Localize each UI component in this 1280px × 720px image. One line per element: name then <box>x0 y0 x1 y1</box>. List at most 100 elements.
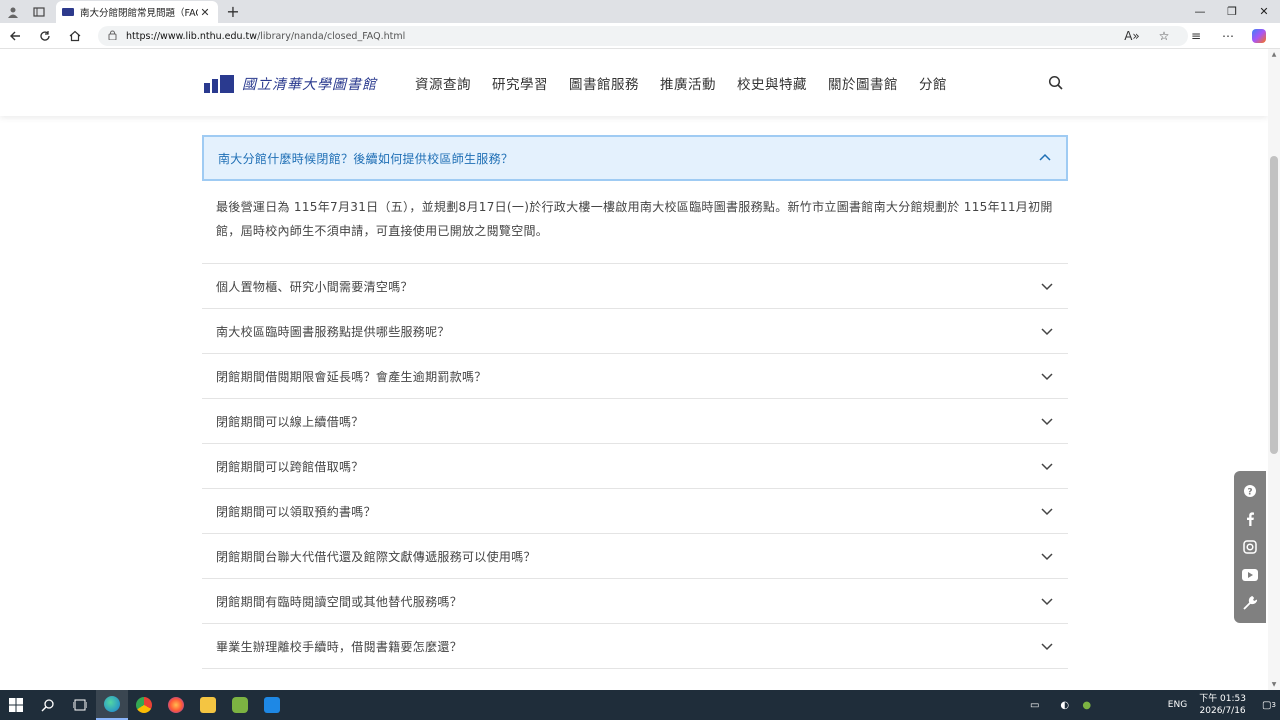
profile-icon[interactable] <box>0 0 26 23</box>
new-tab-button[interactable]: + <box>224 2 242 21</box>
active-tab[interactable]: 南大分館閉館常見問題（FAQ）| ✕ <box>56 1 218 23</box>
more-menu-icon[interactable]: ⋯ <box>1212 26 1244 46</box>
help-icon[interactable]: ? <box>1242 483 1258 499</box>
faq-item[interactable]: 南大校區臨時圖書服務點提供哪些服務呢？ <box>202 309 1068 354</box>
chrome-icon[interactable] <box>128 690 160 720</box>
back-button[interactable] <box>0 23 30 49</box>
clock-time: 下午 01:53 <box>1199 694 1246 704</box>
logo-mark-icon <box>204 75 236 93</box>
favorites-icon[interactable]: ≡ <box>1180 26 1212 46</box>
task-view-icon[interactable] <box>64 690 96 720</box>
faq-item[interactable]: 閉館期間台聯大代借代還及館際文獻傳遞服務可以使用嗎？ <box>202 534 1068 579</box>
faq-item[interactable]: 閉館期間可以跨館借取嗎？ <box>202 444 1068 489</box>
system-tray: ▭ ◐ ● ENG 下午 01:53 2026/7/16 ▢ 3 <box>1024 690 1280 720</box>
minimize-button[interactable]: — <box>1184 0 1216 23</box>
svg-text:?: ? <box>1247 488 1252 498</box>
clock-date: 2026/7/16 <box>1199 706 1246 716</box>
display-icon[interactable]: ▭ <box>1024 690 1046 720</box>
faq-question: 閉館期間有臨時閱讀空間或其他替代服務嗎？ <box>216 594 463 609</box>
file-explorer-icon[interactable] <box>192 690 224 720</box>
browser-tab-bar: 南大分館閉館常見問題（FAQ）| ✕ + — ❐ ✕ <box>0 0 1280 23</box>
logo-text: 國立清華大學圖書館 <box>242 77 377 93</box>
search-icon[interactable] <box>1048 75 1064 91</box>
copilot-icon[interactable] <box>1252 29 1266 43</box>
faq-item[interactable]: 閉館期間借閱期限會延長嗎？會產生逾期罰款嗎？ <box>202 354 1068 399</box>
chevron-down-icon <box>1041 643 1053 651</box>
chevron-down-icon <box>1041 283 1053 291</box>
url-host: https://www.lib.nthu.edu.tw <box>126 30 258 42</box>
home-button[interactable] <box>60 23 90 49</box>
chevron-down-icon <box>1041 553 1053 561</box>
clock[interactable]: 下午 01:53 2026/7/16 <box>1199 693 1246 717</box>
faq-question: 閉館期間台聯大代借代還及館際文獻傳遞服務可以使用嗎？ <box>216 549 536 564</box>
media-player-icon[interactable] <box>256 690 288 720</box>
nav-resources[interactable]: 資源查詢 <box>415 73 471 93</box>
chevron-down-icon <box>1041 508 1053 516</box>
faq-item[interactable]: 畢業生辦理離校手續時，借閱書籍要怎麼還？ <box>202 624 1068 669</box>
social-sidebar: ? <box>1234 471 1266 623</box>
instagram-icon[interactable] <box>1242 539 1258 555</box>
faq-item[interactable]: 閉館期間可以領取預約書嗎？ <box>202 489 1068 534</box>
tab-actions-icon[interactable] <box>26 0 52 23</box>
faq-question: 閉館期間借閱期限會延長嗎？會產生逾期罰款嗎？ <box>216 369 487 384</box>
chevron-down-icon <box>1041 328 1053 336</box>
faq-question: 南大校區臨時圖書服務點提供哪些服務呢？ <box>216 324 450 339</box>
page-content: 國立清華大學圖書館 資源查詢 研究學習 圖書館服務 推廣活動 校史與特藏 關於圖… <box>0 49 1268 690</box>
wrench-icon[interactable] <box>1242 595 1258 611</box>
library-logo[interactable]: 國立清華大學圖書館 <box>204 74 377 94</box>
faq-answer: 最後營運日為 115年7月31日（五），並規劃8月17日(一)於行政大樓一樓啟用… <box>202 181 1068 264</box>
edge-browser-icon[interactable] <box>96 690 128 720</box>
faq-question: 閉館期間可以領取預約書嗎？ <box>216 504 376 519</box>
url-field[interactable]: https://www.lib.nthu.edu.tw /library/nan… <box>98 26 1188 46</box>
faq-question: 閉館期間可以跨館借取嗎？ <box>216 459 364 474</box>
facebook-icon[interactable] <box>1242 511 1258 527</box>
notification-icon[interactable]: ▢ 3 <box>1258 690 1280 720</box>
favorite-star-icon[interactable]: ☆ <box>1148 26 1180 46</box>
scrollbar-thumb[interactable] <box>1270 156 1278 454</box>
tray-status-icon[interactable]: ● <box>1076 690 1098 720</box>
chevron-down-icon <box>1041 418 1053 426</box>
nav-events[interactable]: 推廣活動 <box>660 73 716 93</box>
tray-app-icon[interactable]: ◐ <box>1054 690 1076 720</box>
android-app-icon[interactable] <box>224 690 256 720</box>
faq-item-expanded[interactable]: 南大分館什麼時候閉館？後續如何提供校區師生服務？ <box>202 135 1068 181</box>
notification-count: 3 <box>1271 701 1276 709</box>
nav-branches[interactable]: 分館 <box>919 73 947 93</box>
faq-item[interactable]: 閉館期間可以線上續借嗎？ <box>202 399 1068 444</box>
maximize-button[interactable]: ❐ <box>1216 0 1248 23</box>
read-aloud-icon[interactable]: A» <box>1116 26 1148 46</box>
close-window-button[interactable]: ✕ <box>1248 0 1280 23</box>
language-indicator[interactable]: ENG <box>1168 700 1187 710</box>
faq-question: 畢業生辦理離校手續時，借閱書籍要怎麼還？ <box>216 639 463 654</box>
tab-close-icon[interactable]: ✕ <box>198 6 212 19</box>
start-button[interactable] <box>0 690 32 720</box>
scroll-up-icon[interactable]: ▲ <box>1270 51 1278 58</box>
site-header: 國立清華大學圖書館 資源查詢 研究學習 圖書館服務 推廣活動 校史與特藏 關於圖… <box>0 49 1268 116</box>
youtube-icon[interactable] <box>1242 567 1258 583</box>
nav-services[interactable]: 圖書館服務 <box>569 73 639 93</box>
scroll-down-icon[interactable]: ▼ <box>1270 681 1278 688</box>
search-taskbar-icon[interactable] <box>32 690 64 720</box>
firefox-icon[interactable] <box>160 690 192 720</box>
faq-question: 閉館期間可以線上續借嗎？ <box>216 414 364 429</box>
nav-history[interactable]: 校史與特藏 <box>737 73 807 93</box>
window-controls: — ❐ ✕ <box>1184 0 1280 23</box>
tab-title: 南大分館閉館常見問題（FAQ）| <box>80 8 198 19</box>
page-scrollbar[interactable]: ▲ ▼ <box>1268 49 1280 690</box>
faq-item[interactable]: 個人置物櫃、研究小間需要清空嗎？ <box>202 264 1068 309</box>
chevron-down-icon <box>1041 598 1053 606</box>
site-favicon-icon <box>62 8 74 16</box>
faq-item[interactable]: 閉館期間有臨時閱讀空間或其他替代服務嗎？ <box>202 579 1068 624</box>
address-actions: A» ☆ ≡ ⋯ <box>1116 26 1274 46</box>
faq-list: 南大分館什麼時候閉館？後續如何提供校區師生服務？ 最後營運日為 115年7月31… <box>202 135 1068 669</box>
main-navigation: 資源查詢 研究學習 圖書館服務 推廣活動 校史與特藏 關於圖書館 分館 <box>415 73 968 93</box>
lock-icon[interactable] <box>108 30 126 43</box>
url-path: /library/nanda/closed_FAQ.html <box>257 30 406 42</box>
faq-question: 南大分館什麼時候閉館？後續如何提供校區師生服務？ <box>218 151 514 166</box>
nav-research[interactable]: 研究學習 <box>492 73 548 93</box>
nav-about[interactable]: 關於圖書館 <box>828 73 898 93</box>
chevron-up-icon <box>1039 153 1051 161</box>
refresh-button[interactable] <box>30 23 60 49</box>
faq-question: 個人置物櫃、研究小間需要清空嗎？ <box>216 279 413 294</box>
chevron-down-icon <box>1041 463 1053 471</box>
